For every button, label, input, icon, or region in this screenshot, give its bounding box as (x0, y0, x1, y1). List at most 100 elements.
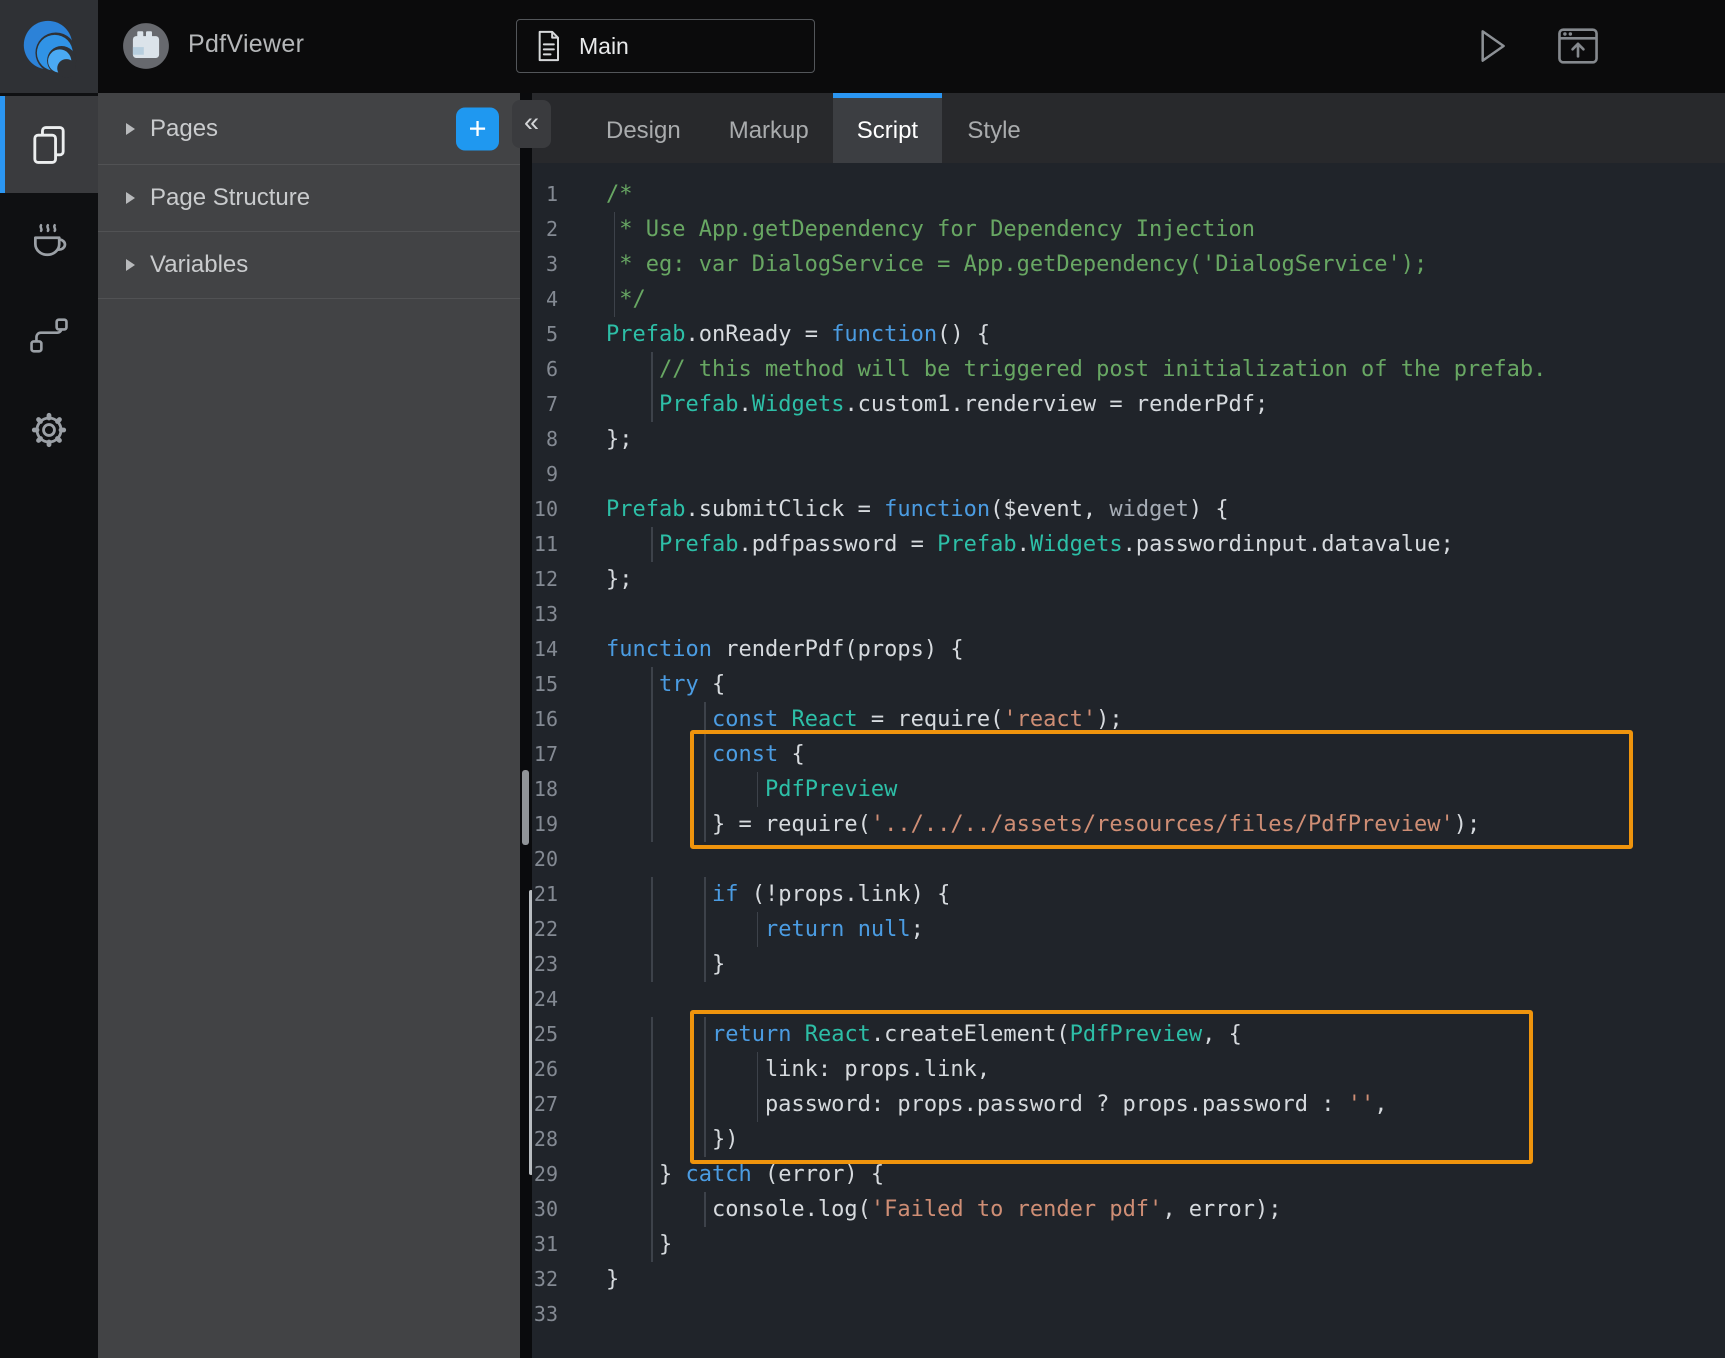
indent-guide (651, 527, 653, 562)
code-text: }; (606, 422, 633, 457)
panel-section-pages[interactable]: Pages+ (98, 93, 520, 165)
activity-item-settings[interactable] (0, 395, 98, 465)
indent-guide (651, 702, 653, 737)
code-line: 32} (532, 1262, 1725, 1297)
tab-label: Style (967, 117, 1020, 145)
indent-guide (651, 667, 653, 702)
code-line: 21 if (!props.link) { (532, 877, 1725, 912)
line-number: 11 (532, 527, 558, 562)
panel-section-variables[interactable]: Variables (98, 232, 520, 299)
line-number: 1 (532, 177, 558, 212)
panel-section-page-structure[interactable]: Page Structure (98, 165, 520, 232)
tab-markup[interactable]: Markup (705, 93, 833, 163)
line-number: 14 (532, 632, 558, 667)
line-number: 23 (532, 947, 558, 982)
code-line: 13 (532, 597, 1725, 632)
indent-guide (651, 1087, 653, 1122)
editor-tab-bar: Design Markup Script Style (532, 93, 1725, 163)
code-text: Prefab.submitClick = function($event, wi… (606, 492, 1229, 527)
run-button[interactable] (1461, 17, 1519, 75)
code-line: 23 } (532, 947, 1725, 982)
page-selector-button[interactable]: Main (516, 19, 815, 73)
line-number: 24 (532, 982, 558, 1017)
code-text: try { (606, 667, 725, 702)
indent-guide (651, 1052, 653, 1087)
indent-guide (651, 352, 653, 387)
indent-guide (704, 1017, 706, 1052)
code-text: PdfPreview (606, 772, 897, 807)
code-text: } (606, 1227, 672, 1262)
tab-label: Design (606, 117, 681, 145)
tab-label: Markup (729, 117, 809, 145)
indent-guide (651, 1227, 653, 1262)
line-number: 8 (532, 422, 558, 457)
activity-item-pages[interactable] (0, 96, 98, 193)
indent-guide (704, 807, 706, 842)
code-text: }) (606, 1122, 738, 1157)
line-number: 33 (532, 1297, 558, 1332)
code-lines: 1 /* 2 * Use App.getDependency for Depende… (532, 177, 1725, 1332)
line-number: 27 (532, 1087, 558, 1122)
code-text: link: props.link, (606, 1052, 990, 1087)
code-line: 6 // this method will be triggered post … (532, 352, 1725, 387)
code-line: 1 /* (532, 177, 1725, 212)
activity-item-bindings[interactable] (0, 301, 98, 371)
code-line: 15 try { (532, 667, 1725, 702)
indent-guide (614, 212, 616, 247)
line-number: 9 (532, 457, 558, 492)
line-number: 7 (532, 387, 558, 422)
code-text: /* (606, 177, 633, 212)
prefab-widget-icon (122, 22, 170, 70)
code-line: 7 Prefab.Widgets.custom1.renderview = re… (532, 387, 1725, 422)
line-number: 19 (532, 807, 558, 842)
tab-style[interactable]: Style (942, 93, 1046, 163)
tab-script[interactable]: Script (833, 93, 942, 163)
code-line: 29 } catch (error) { (532, 1157, 1725, 1192)
indent-guide (651, 912, 653, 947)
export-button[interactable] (1549, 17, 1607, 75)
line-number: 18 (532, 772, 558, 807)
code-line: 3 * eg: var DialogService = App.getDepen… (532, 247, 1725, 282)
tab-design[interactable]: Design (582, 93, 705, 163)
code-text: */ (606, 282, 646, 317)
indent-guide (757, 772, 759, 807)
line-number: 15 (532, 667, 558, 702)
line-number: 21 (532, 877, 558, 912)
code-text: Prefab.Widgets.custom1.renderview = rend… (606, 387, 1268, 422)
code-line: 8}; (532, 422, 1725, 457)
code-editor[interactable]: 1 /* 2 * Use App.getDependency for Depende… (532, 163, 1725, 1358)
code-text: } catch (error) { (606, 1157, 884, 1192)
wavemaker-logo-button[interactable] (0, 0, 98, 93)
line-number: 5 (532, 317, 558, 352)
code-text: }; (606, 562, 633, 597)
code-line: 33 (532, 1297, 1725, 1332)
code-text: Prefab.pdfpassword = Prefab.Widgets.pass… (606, 527, 1454, 562)
window-upload-icon (1554, 22, 1602, 70)
activity-item-services[interactable] (0, 205, 98, 275)
add-page-button[interactable]: + (456, 107, 499, 150)
line-number: 20 (532, 842, 558, 877)
code-line: 30 console.log('Failed to render pdf', e… (532, 1192, 1725, 1227)
indent-guide (704, 772, 706, 807)
panel-scrollbar-thumb[interactable] (522, 770, 529, 845)
code-line: 19 } = require('../../../assets/resource… (532, 807, 1725, 842)
line-number: 2 (532, 212, 558, 247)
code-line: 25 return React.createElement(PdfPreview… (532, 1017, 1725, 1052)
line-number: 25 (532, 1017, 558, 1052)
line-number: 17 (532, 737, 558, 772)
code-text: } = require('../../../assets/resources/f… (606, 807, 1480, 842)
caret-right-icon (126, 123, 135, 135)
code-text: console.log('Failed to render pdf', erro… (606, 1192, 1282, 1227)
chevron-double-left-icon: « (524, 107, 539, 138)
caret-right-icon (126, 192, 135, 204)
code-text: * Use App.getDependency for Dependency I… (606, 212, 1255, 247)
indent-guide (651, 737, 653, 772)
code-text: } (606, 1262, 619, 1297)
indent-guide (614, 247, 616, 282)
collapse-panel-button[interactable]: « (512, 100, 551, 148)
code-text: Prefab.onReady = function() { (606, 317, 990, 352)
settings-gear-icon (25, 406, 73, 454)
code-line: 20 (532, 842, 1725, 877)
indent-guide (704, 702, 706, 737)
activity-bar (0, 93, 98, 1358)
